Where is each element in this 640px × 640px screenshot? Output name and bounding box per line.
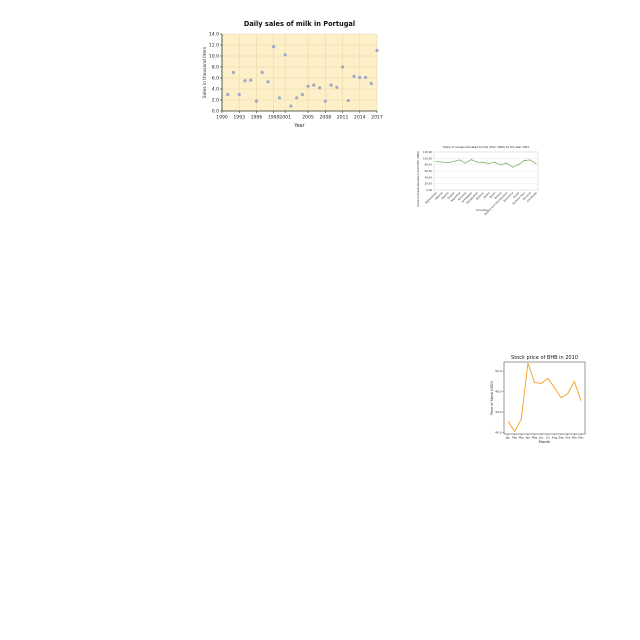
x-axis-label: Month — [539, 439, 551, 444]
x-tick-label: Feb — [512, 436, 517, 440]
y-tick-label: 44.0 — [495, 410, 501, 414]
y-tick-label: 52.0 — [495, 369, 501, 373]
x-tick-label: Jan — [505, 436, 511, 440]
y-tick-label: 40.0 — [495, 430, 501, 434]
y-axis-label: Price of Stock (USD) — [490, 380, 494, 415]
x-tick-label: May — [532, 436, 538, 440]
x-tick-label: Mar — [519, 436, 525, 440]
x-tick-label: Aug — [552, 436, 558, 440]
x-tick-label: Dec — [578, 436, 584, 440]
x-tick-label: Apr — [525, 436, 531, 440]
y-tick-label: 48.0 — [495, 390, 501, 394]
x-tick-label: Nov — [572, 436, 578, 440]
stock-price-line-chart: 40.044.048.052.0Jan Feb Mar Apr May Jun Jul Aug… — [490, 355, 586, 444]
x-tick-label: Oct — [565, 436, 571, 440]
chart-title: Stock price of BHB in 2010 — [511, 355, 578, 361]
x-tick-label: Sep — [558, 436, 563, 440]
plot-area — [503, 361, 586, 435]
